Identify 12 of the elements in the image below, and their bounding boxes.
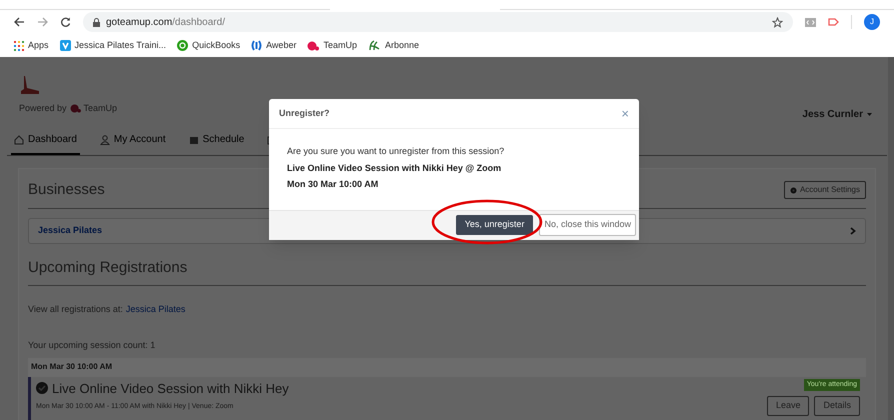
session-name: Live Online Video Session with Nikki Hey @ Zoom <box>287 162 502 175</box>
section-heading: Businesses <box>28 180 105 200</box>
session-title: Live Online Video Session with Nikki Hey <box>52 380 289 398</box>
session-count: Your upcoming session count: 1 <box>28 339 156 352</box>
date-header: Mon Mar 30 10:00 AM <box>28 358 866 376</box>
session-time: Mon 30 Mar 10:00 AM <box>287 178 380 191</box>
dialog-title: Unregister? <box>279 106 330 120</box>
view-all-text: View all registrations at: <box>28 302 123 316</box>
brand-name: TeamUp <box>84 102 118 115</box>
section-heading: Upcoming Registrations <box>28 258 188 276</box>
dialog-message: Are you sure you want to unregister from this session? <box>287 145 506 158</box>
powered-by-text: Powered by <box>19 102 67 115</box>
